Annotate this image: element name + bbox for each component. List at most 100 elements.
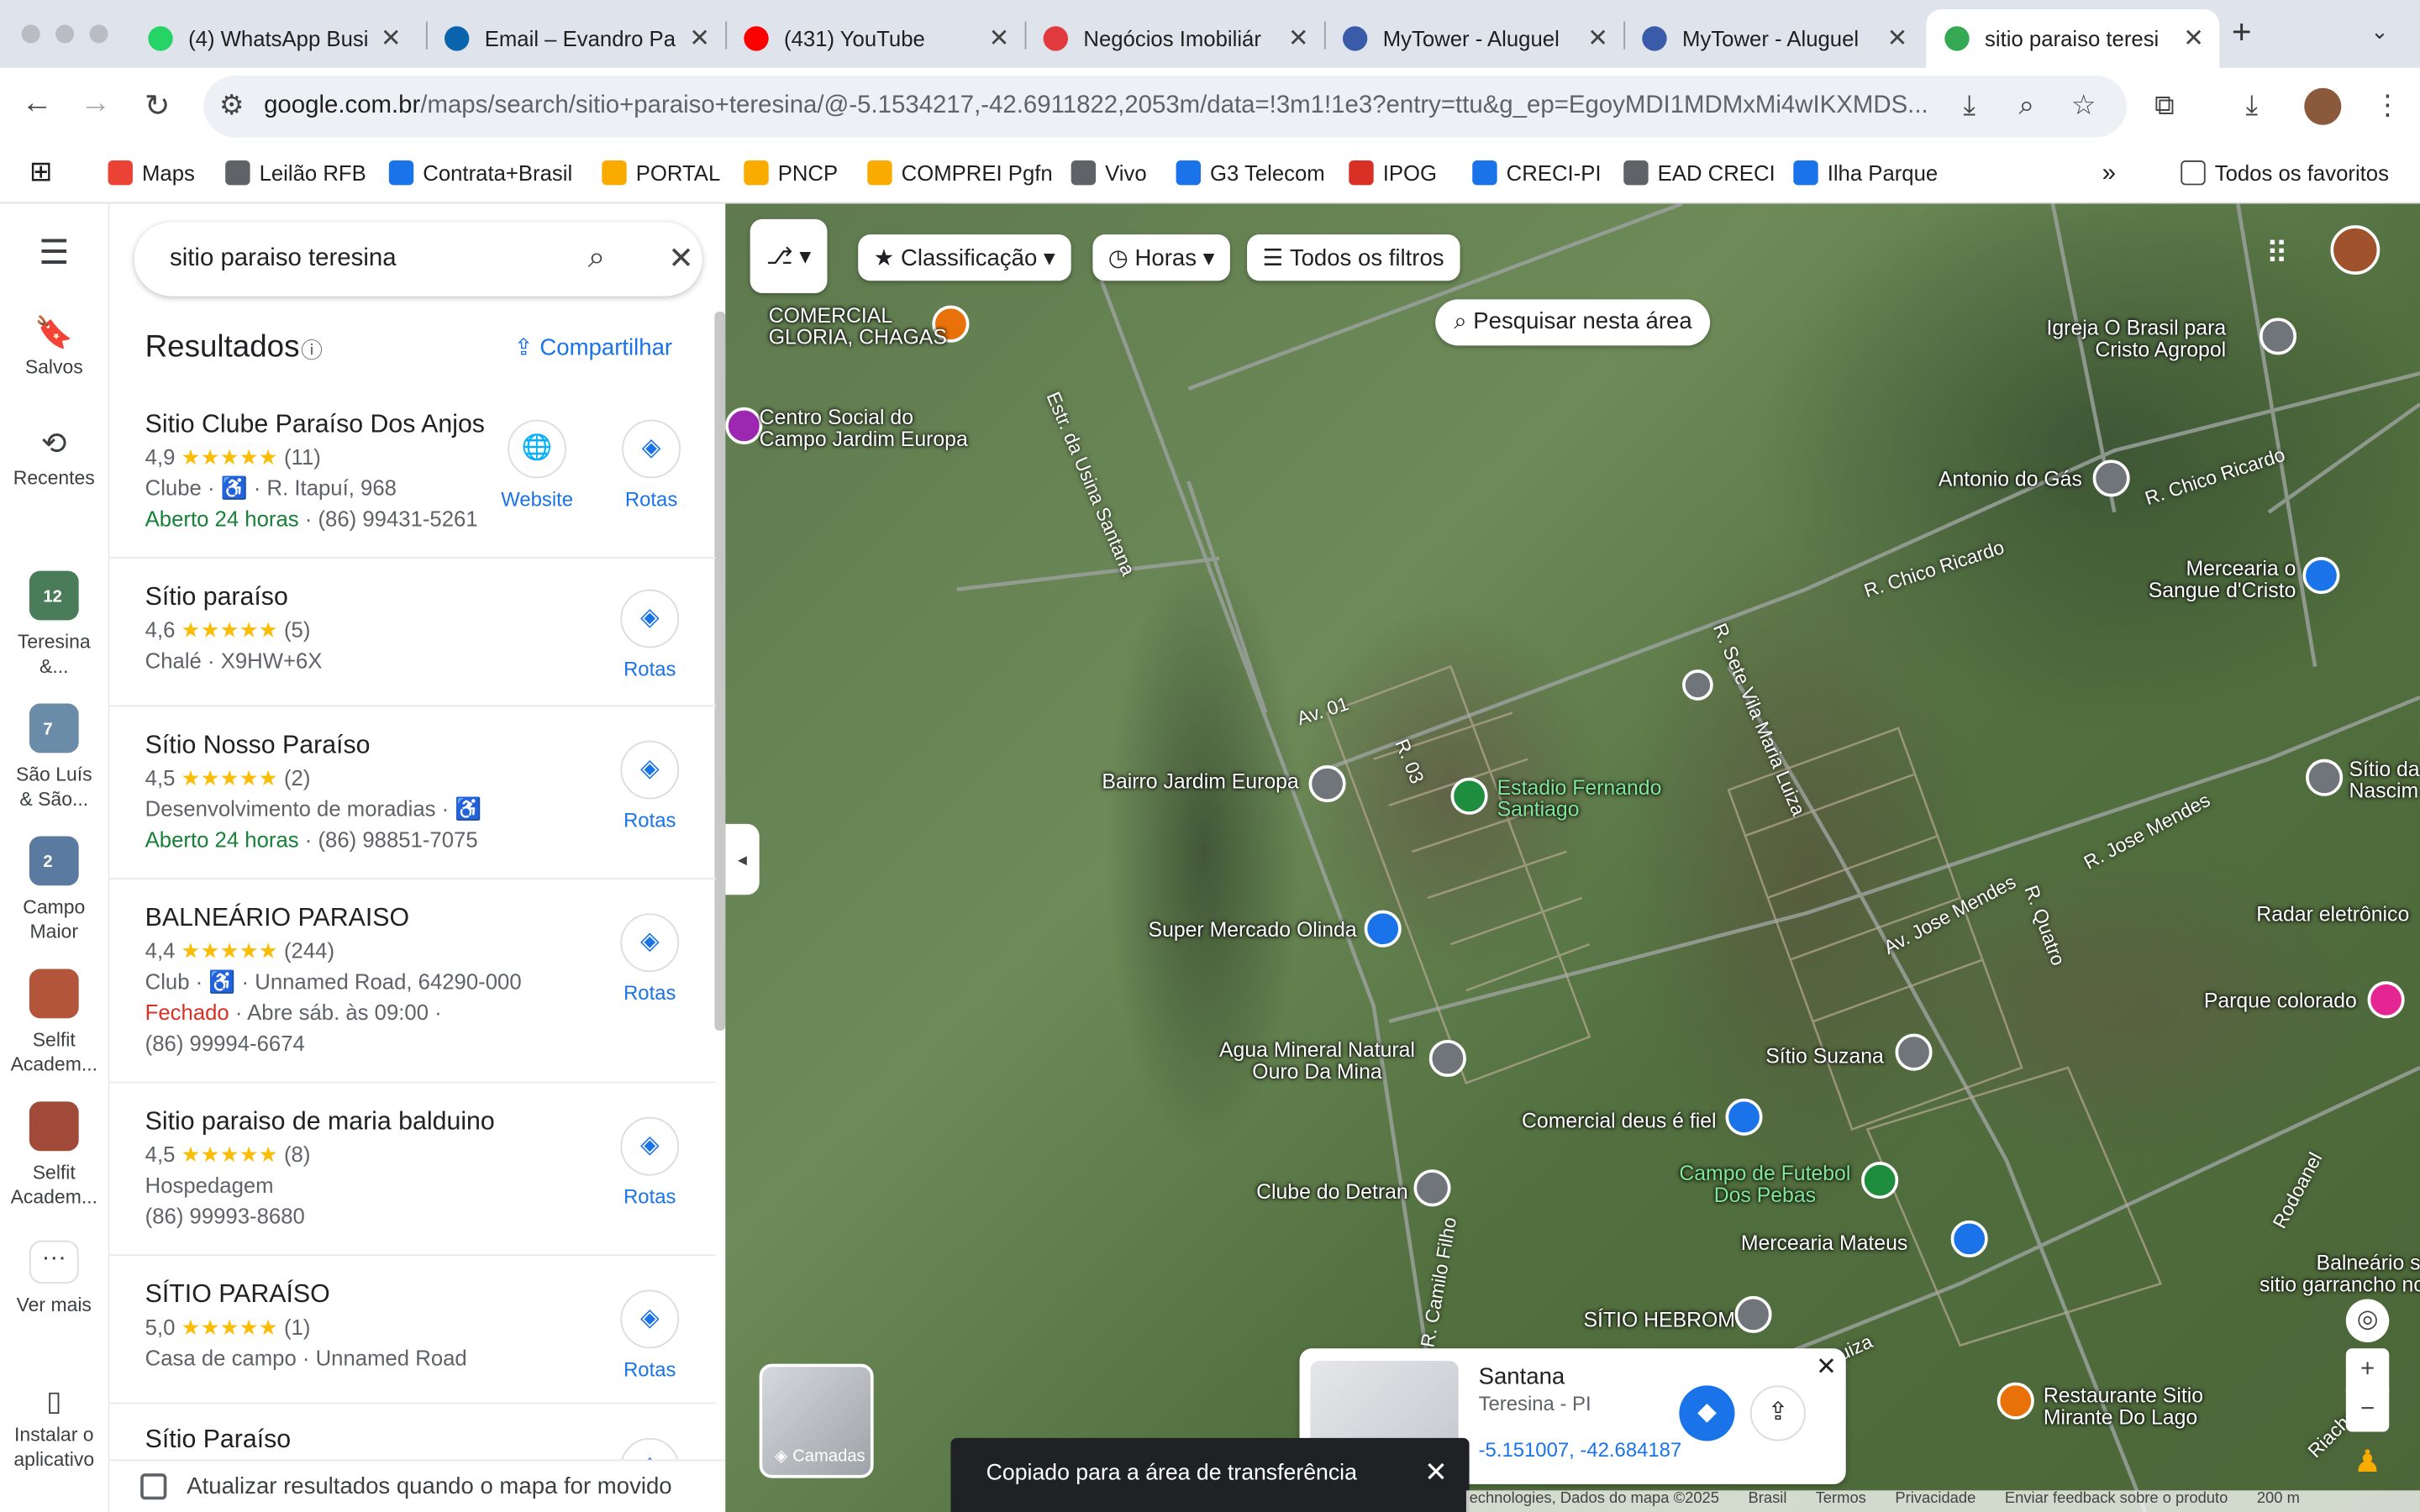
results-scrollbar[interactable] xyxy=(714,312,726,1031)
poi-label[interactable]: COMERCIAL GLORIA, CHAGAS xyxy=(769,305,947,349)
neighborhood-pin-icon[interactable] xyxy=(1308,765,1346,803)
bookmark-ead-creci[interactable]: EAD CRECI xyxy=(1623,160,1776,186)
shop-pin-icon[interactable] xyxy=(1364,910,1402,948)
place-pin-icon[interactable] xyxy=(1413,1169,1451,1207)
poi-label[interactable]: Radar eletrônico xyxy=(2256,903,2409,926)
bookmark-creci-pi[interactable]: CRECI-PI xyxy=(1472,160,1602,186)
directions-button[interactable]: ◈ Rotas xyxy=(603,1116,696,1208)
share-icon[interactable]: ⇪ xyxy=(1749,1385,1806,1441)
result-card[interactable]: Sítio paraíso 4,6 ★★★★★ (5) Chalé · X9HW… xyxy=(109,559,717,707)
close-tab-icon[interactable]: ✕ xyxy=(689,24,710,55)
result-name[interactable]: BALNEÁRIO PARAISO xyxy=(145,904,409,933)
search-input[interactable]: sitio paraiso teresina xyxy=(170,245,397,273)
info-icon[interactable]: ⓘ xyxy=(301,335,323,366)
poi-label[interactable]: Comercial deus é fiel xyxy=(1522,1110,1717,1132)
bookmark-contrata-brasil[interactable]: Contrata+Brasil xyxy=(388,160,572,186)
pegman-icon[interactable]: ♟ xyxy=(2346,1441,2389,1484)
account-avatar[interactable] xyxy=(2330,225,2381,275)
close-tab-icon[interactable]: ✕ xyxy=(989,24,1010,55)
scale-label[interactable]: 200 m xyxy=(2257,1490,2300,1507)
bookmark-pncp[interactable]: PNCP xyxy=(744,160,838,186)
rail-list-campo-maior[interactable]: 2 Campo Maior xyxy=(0,836,108,945)
place-pin-icon[interactable] xyxy=(1895,1033,1933,1071)
apps-grid-icon[interactable]: ⊞ xyxy=(29,156,53,189)
close-tab-icon[interactable]: ✕ xyxy=(1887,24,1908,55)
tab-email[interactable]: Email – Evandro Pa ✕ xyxy=(426,9,725,68)
tab-whatsapp[interactable]: (4) WhatsApp Busi ✕ xyxy=(129,9,417,68)
bookmark-maps[interactable]: Maps xyxy=(108,160,195,186)
result-card[interactable]: BALNEÁRIO PARAISO 4,4 ★★★★★ (244) Club ·… xyxy=(109,879,717,1084)
poi-label[interactable]: Sítio Suzana xyxy=(1765,1045,1884,1068)
rail-list-selfit-1[interactable]: Selfit Academ... xyxy=(0,969,108,1077)
poi-label[interactable]: Centro Social do Campo Jardim Europa xyxy=(760,407,968,450)
sports-pin-icon[interactable] xyxy=(1861,1162,1899,1200)
map-tools-button[interactable]: ⎇ ▾ xyxy=(750,218,828,293)
rail-saved[interactable]: 🔖 Salvos xyxy=(0,318,108,380)
rail-list-sao-luis[interactable]: 7 São Luís & São... xyxy=(0,703,108,812)
community-pin-icon[interactable] xyxy=(725,407,763,444)
close-tab-icon[interactable]: ✕ xyxy=(1288,24,1309,55)
more-bookmarks-chevron-icon[interactable]: » xyxy=(2102,160,2116,188)
poi-label[interactable]: Parque colorado xyxy=(2204,990,2357,1012)
poi-label[interactable]: Antonio do Gás xyxy=(1939,468,2082,491)
poi-label[interactable]: Super Mercado Olinda xyxy=(1149,919,1357,942)
directions-button[interactable]: ◈ Rotas xyxy=(603,913,696,1005)
directions-icon[interactable]: ◆ xyxy=(1679,1385,1735,1441)
place-pin-icon[interactable] xyxy=(1682,669,1713,701)
place-pin-icon[interactable] xyxy=(2092,459,2130,497)
directions-button[interactable]: ◈ Rotas xyxy=(603,1289,696,1381)
rail-list-teresina[interactable]: 12 Teresina &... xyxy=(0,570,108,680)
result-card[interactable]: SÍTIO PARAÍSO 5,0 ★★★★★ (1) Casa de camp… xyxy=(109,1256,717,1404)
poi-label[interactable]: SÍTIO HEBROM xyxy=(1583,1309,1734,1331)
poi-label[interactable]: Balneário sitio sitio garrancho novo xyxy=(2260,1252,2420,1295)
result-name[interactable]: Sitio Clube Paraíso Dos Anjos xyxy=(145,411,485,440)
rail-recent[interactable]: ⟲ Recentes xyxy=(0,429,108,491)
attribution-region[interactable]: Brasil xyxy=(1748,1490,1786,1507)
downloads-icon[interactable]: ⤓ xyxy=(2245,90,2258,123)
back-arrow-icon[interactable]: ← xyxy=(17,87,57,122)
bookmark-comprei-pgfn[interactable]: COMPREI Pgfn xyxy=(867,160,1053,186)
filter-chip-all[interactable]: ☰ Todos os filtros xyxy=(1247,234,1460,281)
hamburger-menu-icon[interactable]: ☰ xyxy=(0,235,108,269)
maximize-window-icon[interactable] xyxy=(89,24,108,44)
place-coordinates[interactable]: -5.151007, -42.684187 xyxy=(1479,1438,1682,1462)
result-card[interactable]: Sitio Clube Paraíso Dos Anjos 4,9 ★★★★★ … xyxy=(109,389,717,559)
bookmark-g3-telecom[interactable]: G3 Telecom xyxy=(1176,160,1325,186)
forward-arrow-icon[interactable]: → xyxy=(76,87,116,122)
result-name[interactable]: SÍTIO PARAÍSO xyxy=(145,1280,330,1310)
poi-label[interactable]: Agua Mineral Natural Ouro Da Mina xyxy=(1219,1039,1415,1083)
tab-search-chevron-icon[interactable]: ⌄ xyxy=(2370,18,2389,45)
poi-label[interactable]: Igreja O Brasil para Cristo Agropol xyxy=(2047,317,2227,360)
zoom-out-icon[interactable]: − xyxy=(2345,1389,2390,1432)
update-results-toggle[interactable]: Atualizar resultados quando o mapa for m… xyxy=(109,1459,726,1512)
poi-label[interactable]: Campo de Futebol Dos Pebas xyxy=(1679,1163,1850,1206)
place-pin-icon[interactable] xyxy=(2306,759,2344,796)
tab-youtube[interactable]: (431) YouTube ✕ xyxy=(725,9,1024,68)
address-text[interactable]: google.com.br/maps/search/sitio+paraiso+… xyxy=(264,92,1946,120)
website-button[interactable]: 🌐 Website xyxy=(491,419,583,511)
result-card[interactable]: Sítio Nosso Paraíso 4,5 ★★★★★ (2) Desenv… xyxy=(109,706,717,879)
poi-label[interactable]: Mercearia o Sangue d'Cristo xyxy=(2149,558,2296,601)
shop-pin-icon[interactable] xyxy=(2302,557,2340,595)
maps-search-box[interactable]: sitio paraiso teresina ⌕ ✕ xyxy=(134,222,702,297)
zoom-icon[interactable]: ⌕ xyxy=(2018,90,2034,123)
rail-list-selfit-2[interactable]: Selfit Academ... xyxy=(0,1101,108,1210)
privacy-link[interactable]: Privacidade xyxy=(1895,1490,1975,1507)
search-icon[interactable]: ⌕ xyxy=(588,241,606,276)
poi-label[interactable]: Sítio da Nascim xyxy=(2349,759,2420,802)
reload-icon[interactable]: ↻ xyxy=(137,87,177,125)
clear-search-icon[interactable]: ✕ xyxy=(668,239,694,278)
close-icon[interactable]: ✕ xyxy=(1424,1457,1448,1489)
result-name[interactable]: Sitio paraiso de maria balduino xyxy=(145,1108,495,1137)
address-bar[interactable]: ⚙ google.com.br/maps/search/sitio+parais… xyxy=(203,75,2128,138)
park-pin-icon[interactable] xyxy=(2367,981,2405,1019)
close-tab-icon[interactable]: ✕ xyxy=(2183,24,2204,55)
bookmark-ilha-parque[interactable]: Ilha Parque xyxy=(1793,160,1938,186)
poi-label[interactable]: Clube do Detran xyxy=(1256,1181,1408,1204)
result-card[interactable]: Sitio paraiso de maria balduino 4,5 ★★★★… xyxy=(109,1083,717,1257)
directions-button[interactable]: ◈ Rotas xyxy=(603,589,696,680)
rail-more[interactable]: ··· Ver mais xyxy=(0,1240,108,1318)
close-icon[interactable]: ✕ xyxy=(1816,1352,1837,1383)
poi-label[interactable]: Mercearia Mateus xyxy=(1741,1232,1907,1255)
all-bookmarks-folder[interactable]: Todos os favoritos xyxy=(2181,160,2389,186)
